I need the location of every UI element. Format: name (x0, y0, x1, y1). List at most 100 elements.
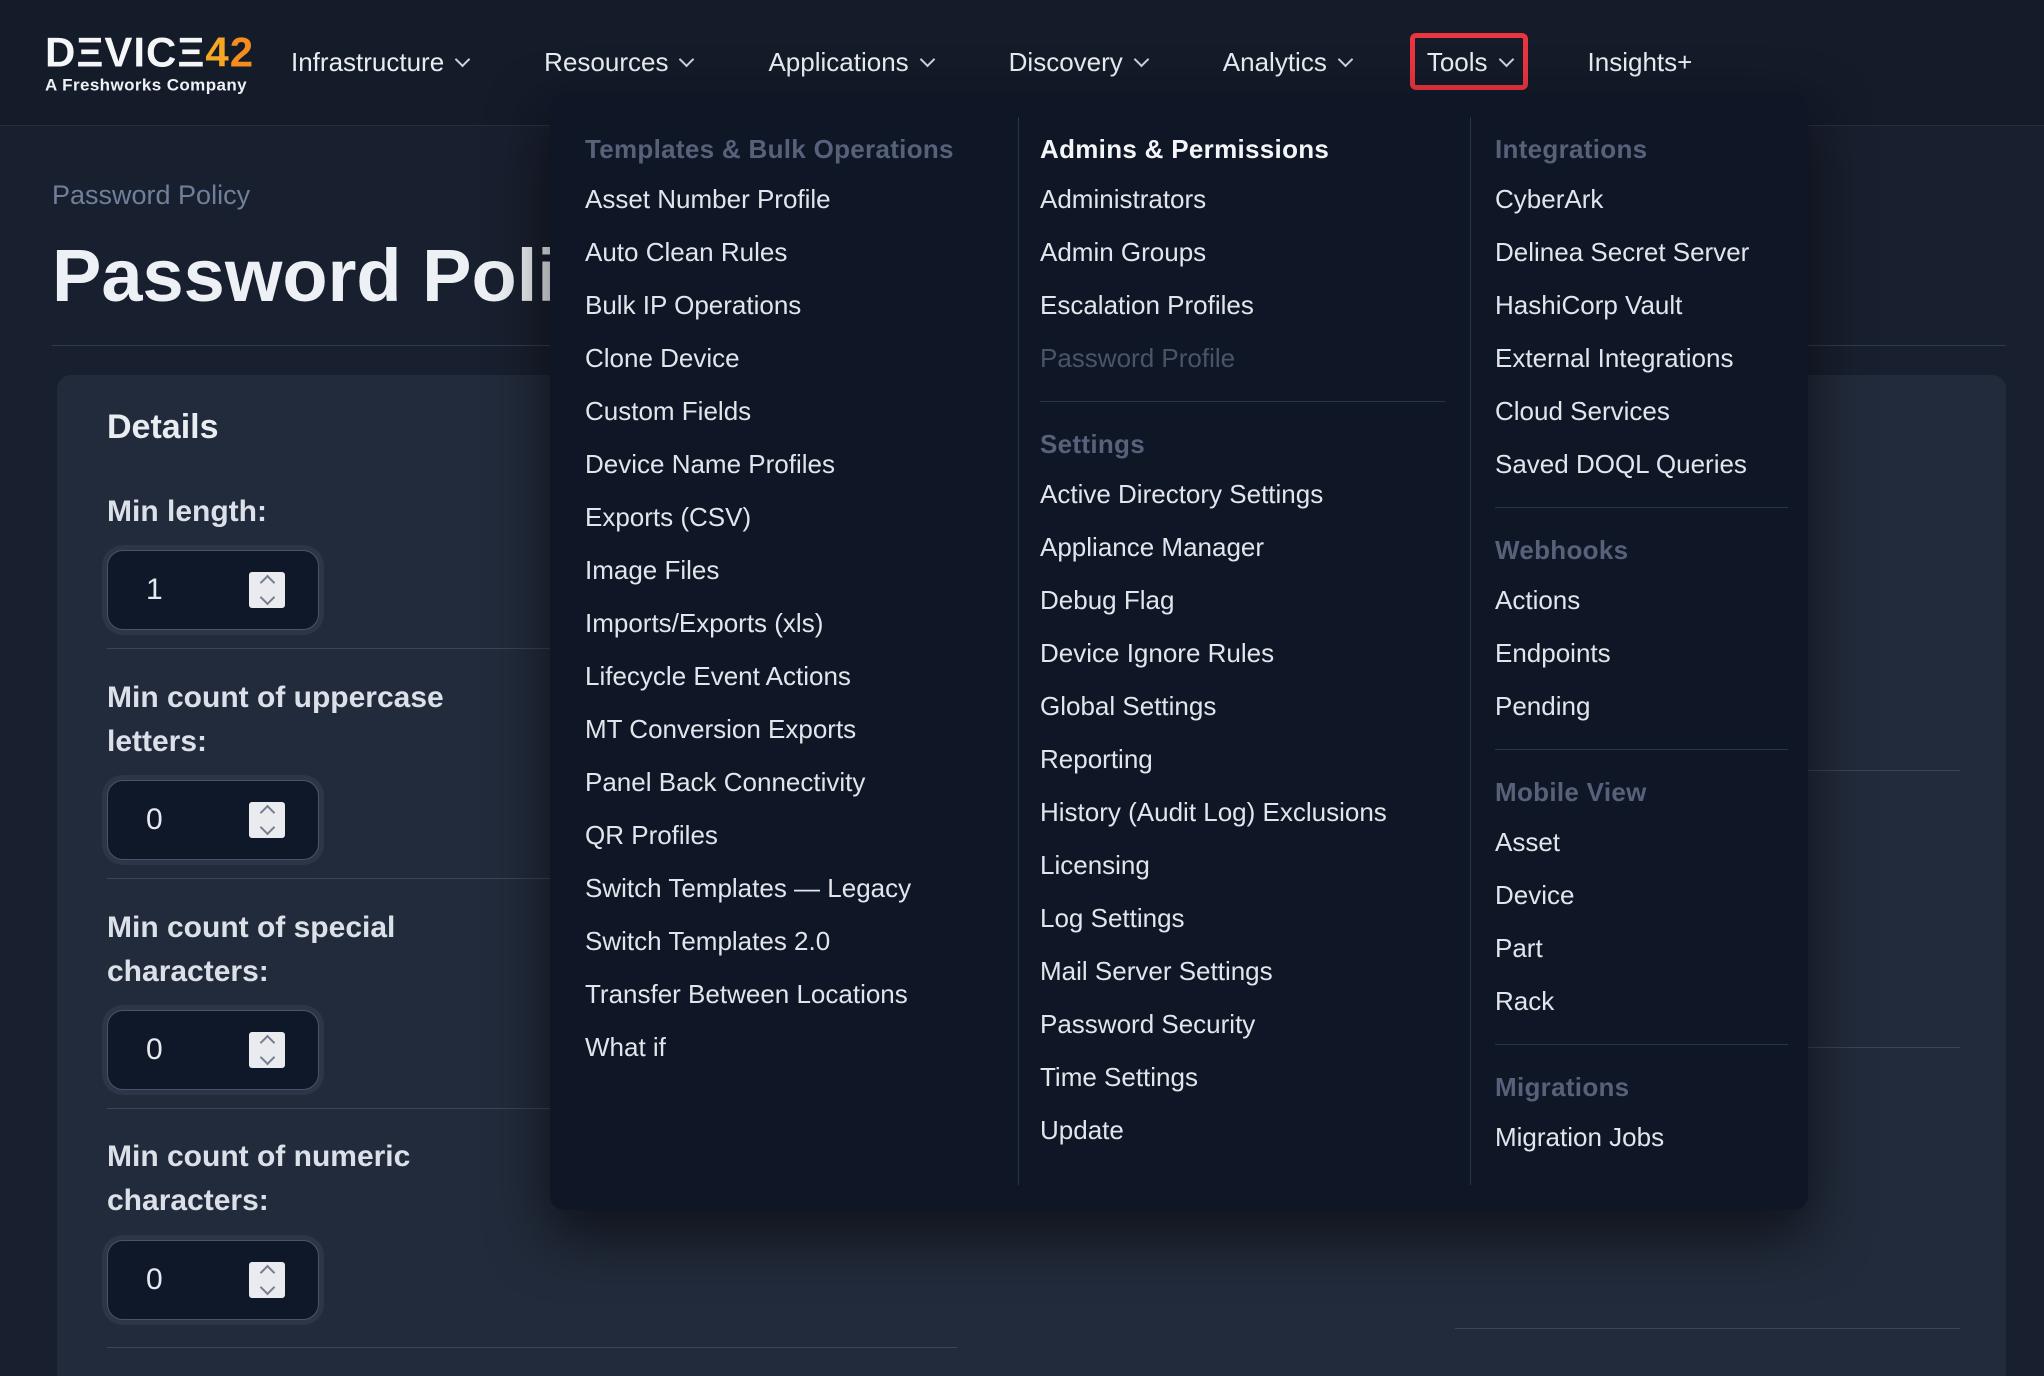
menu-item-asset[interactable]: Asset (1495, 816, 1788, 869)
menu-section-header-mobile-view: Mobile View (1495, 768, 1788, 816)
menu-item-bulk-ip-operations[interactable]: Bulk IP Operations (585, 279, 1018, 332)
menu-item-panel-back-connectivity[interactable]: Panel Back Connectivity (585, 756, 1018, 809)
menu-column-divider (1018, 117, 1019, 1185)
menu-section-header-webhooks: Webhooks (1495, 526, 1788, 574)
menu-item-delinea-secret-server[interactable]: Delinea Secret Server (1495, 226, 1788, 279)
form-row-divider (107, 1347, 957, 1348)
logo-text-2: 2 (230, 28, 254, 75)
details-heading: Details (107, 408, 219, 447)
menu-item-debug-flag[interactable]: Debug Flag (1040, 574, 1445, 627)
chevron-down-icon (259, 820, 275, 836)
field-label: Min length: (107, 490, 467, 534)
number-input-min-count-of-numeric-characters[interactable]: 0 (107, 1240, 319, 1320)
nav-item-insights[interactable]: Insights+ (1588, 47, 1693, 78)
number-input-value: 1 (146, 573, 163, 607)
menu-item-endpoints[interactable]: Endpoints (1495, 627, 1788, 680)
menu-item-rack[interactable]: Rack (1495, 975, 1788, 1028)
logo-tagline: A Freshworks Company (45, 75, 254, 95)
field-label: Min count of uppercase letters: (107, 676, 467, 764)
menu-item-password-security[interactable]: Password Security (1040, 998, 1445, 1051)
menu-item-device-name-profiles[interactable]: Device Name Profiles (585, 438, 1018, 491)
menu-item-lifecycle-event-actions[interactable]: Lifecycle Event Actions (585, 650, 1018, 703)
menu-item-part[interactable]: Part (1495, 922, 1788, 975)
menu-column-2: Admins & PermissionsAdministratorsAdmin … (1040, 125, 1445, 1157)
menu-item-mail-server-settings[interactable]: Mail Server Settings (1040, 945, 1445, 998)
menu-item-switch-templates-legacy[interactable]: Switch Templates — Legacy (585, 862, 1018, 915)
menu-item-reporting[interactable]: Reporting (1040, 733, 1445, 786)
nav-item-label: Tools (1427, 47, 1488, 78)
menu-item-auto-clean-rules[interactable]: Auto Clean Rules (585, 226, 1018, 279)
field-min-count-of-special-characters: Min count of special characters:0 (107, 906, 487, 994)
spinner-stepper-button[interactable] (249, 802, 285, 838)
menu-item-exports-csv[interactable]: Exports (CSV) (585, 491, 1018, 544)
menu-item-history-audit-log-exclusions[interactable]: History (Audit Log) Exclusions (1040, 786, 1445, 839)
menu-item-cloud-services[interactable]: Cloud Services (1495, 385, 1788, 438)
breadcrumb: Password Policy (52, 180, 250, 211)
menu-item-licensing[interactable]: Licensing (1040, 839, 1445, 892)
menu-item-hashicorp-vault[interactable]: HashiCorp Vault (1495, 279, 1788, 332)
device42-logo[interactable]: DΞVICΞ42 A Freshworks Company (45, 30, 254, 95)
menu-item-switch-templates-2-0[interactable]: Switch Templates 2.0 (585, 915, 1018, 968)
chevron-down-icon (1498, 52, 1514, 68)
menu-item-log-settings[interactable]: Log Settings (1040, 892, 1445, 945)
chevron-up-icon (259, 1035, 275, 1051)
menu-item-admin-groups[interactable]: Admin Groups (1040, 226, 1445, 279)
menu-item-time-settings[interactable]: Time Settings (1040, 1051, 1445, 1104)
menu-item-password-profile: Password Profile (1040, 332, 1445, 385)
menu-section-divider (1495, 507, 1788, 508)
menu-column-divider (1470, 117, 1471, 1185)
field-min-length: Min length:1 (107, 490, 487, 534)
menu-item-actions[interactable]: Actions (1495, 574, 1788, 627)
number-input-min-count-of-uppercase-letters[interactable]: 0 (107, 780, 319, 860)
menu-item-appliance-manager[interactable]: Appliance Manager (1040, 521, 1445, 574)
menu-item-migration-jobs[interactable]: Migration Jobs (1495, 1111, 1788, 1164)
nav-item-applications[interactable]: Applications (768, 47, 932, 78)
chevron-down-icon (919, 52, 935, 68)
spinner-stepper-button[interactable] (249, 1262, 285, 1298)
number-input-value: 0 (146, 1263, 163, 1297)
menu-item-pending[interactable]: Pending (1495, 680, 1788, 733)
nav-item-label: Infrastructure (291, 47, 444, 78)
menu-item-asset-number-profile[interactable]: Asset Number Profile (585, 173, 1018, 226)
field-label: Min count of special characters: (107, 906, 467, 994)
menu-item-custom-fields[interactable]: Custom Fields (585, 385, 1018, 438)
form-row-divider (1455, 1328, 1960, 1329)
chevron-down-icon (259, 1050, 275, 1066)
menu-item-transfer-between-locations[interactable]: Transfer Between Locations (585, 968, 1018, 1021)
spinner-stepper-button[interactable] (249, 572, 285, 608)
menu-item-device[interactable]: Device (1495, 869, 1788, 922)
menu-item-mt-conversion-exports[interactable]: MT Conversion Exports (585, 703, 1018, 756)
number-input-min-length[interactable]: 1 (107, 550, 319, 630)
menu-item-administrators[interactable]: Administrators (1040, 173, 1445, 226)
chevron-up-icon (259, 575, 275, 591)
menu-item-external-integrations[interactable]: External Integrations (1495, 332, 1788, 385)
nav-item-discovery[interactable]: Discovery (1009, 47, 1147, 78)
spinner-stepper-button[interactable] (249, 1032, 285, 1068)
menu-item-device-ignore-rules[interactable]: Device Ignore Rules (1040, 627, 1445, 680)
nav-item-tools[interactable]: Tools (1427, 47, 1512, 78)
nav-item-resources[interactable]: Resources (544, 47, 692, 78)
logo-wordmark: DΞVICΞ42 (45, 30, 254, 74)
number-input-min-count-of-special-characters[interactable]: 0 (107, 1010, 319, 1090)
menu-section-divider (1495, 749, 1788, 750)
menu-item-escalation-profiles[interactable]: Escalation Profiles (1040, 279, 1445, 332)
menu-item-imports-exports-xls[interactable]: Imports/Exports (xls) (585, 597, 1018, 650)
chevron-down-icon (455, 52, 471, 68)
nav-item-analytics[interactable]: Analytics (1223, 47, 1351, 78)
menu-column-3: IntegrationsCyberArkDelinea Secret Serve… (1495, 125, 1788, 1164)
menu-item-qr-profiles[interactable]: QR Profiles (585, 809, 1018, 862)
field-min-count-of-uppercase-letters: Min count of uppercase letters:0 (107, 676, 487, 764)
nav-item-label: Discovery (1009, 47, 1123, 78)
logo-text-white: DΞVICΞ (45, 28, 205, 75)
menu-item-saved-doql-queries[interactable]: Saved DOQL Queries (1495, 438, 1788, 491)
menu-item-cyberark[interactable]: CyberArk (1495, 173, 1788, 226)
menu-item-clone-device[interactable]: Clone Device (585, 332, 1018, 385)
menu-item-what-if[interactable]: What if (585, 1021, 1018, 1074)
menu-item-update[interactable]: Update (1040, 1104, 1445, 1157)
menu-item-active-directory-settings[interactable]: Active Directory Settings (1040, 468, 1445, 521)
nav-item-infrastructure[interactable]: Infrastructure (291, 47, 468, 78)
chevron-up-icon (259, 1265, 275, 1281)
menu-item-global-settings[interactable]: Global Settings (1040, 680, 1445, 733)
menu-item-image-files[interactable]: Image Files (585, 544, 1018, 597)
chevron-down-icon (1134, 52, 1150, 68)
